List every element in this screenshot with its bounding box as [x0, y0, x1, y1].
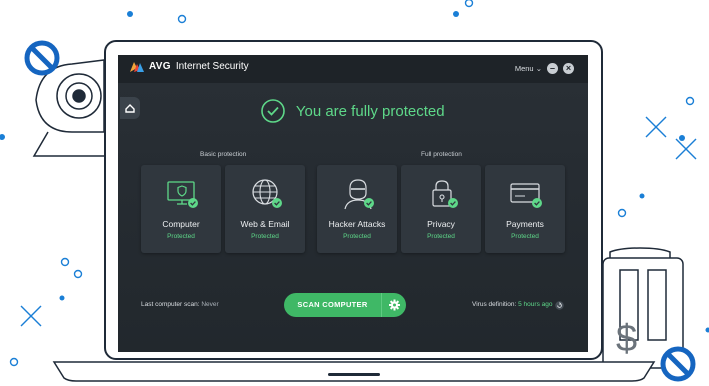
protection-status: You are fully protected [118, 99, 588, 123]
dollar-sign: $ [616, 318, 638, 360]
title-bar: AVG Internet Security Menu ⌄ – × [118, 55, 588, 83]
basic-protection-label: Basic protection [200, 151, 247, 158]
tile-name: Hacker Attacks [328, 219, 386, 229]
app-logo: AVG Internet Security [130, 61, 249, 72]
scan-button-label: SCAN COMPUTER [297, 300, 368, 309]
tile-payments[interactable]: Payments Protected [485, 165, 565, 253]
app-window: AVG Internet Security Menu ⌄ – × You are… [118, 55, 588, 352]
full-protection-label: Full protection [421, 151, 462, 158]
virus-definition-value: 5 hours ago [518, 301, 553, 308]
scan-settings-button[interactable] [381, 293, 407, 317]
tile-name: Computer [162, 219, 200, 229]
tile-status: Protected [251, 233, 279, 240]
tile-web-email[interactable]: Web & Email Protected [225, 165, 305, 253]
brand-name: AVG [149, 61, 171, 72]
credit-card-icon [510, 183, 542, 208]
tile-status: Protected [511, 233, 539, 240]
menu-label: Menu [514, 64, 534, 73]
last-scan-value: Never [201, 301, 219, 308]
tile-hacker-attacks[interactable]: Hacker Attacks Protected [317, 165, 397, 253]
tile-name: Privacy [427, 219, 455, 229]
last-scan-label: Last computer scan: [141, 301, 200, 308]
check-circle-icon [261, 99, 286, 123]
last-scan-info: Last computer scan: Never [141, 301, 219, 308]
hacker-icon [344, 179, 374, 210]
minimize-button[interactable]: – [547, 63, 558, 74]
monitor-shield-icon [167, 181, 198, 208]
tile-privacy[interactable]: Privacy Protected [401, 165, 481, 253]
blocked-icon [24, 40, 60, 76]
blocked-icon [660, 346, 696, 382]
menu-button[interactable]: Menu ⌄ [515, 64, 542, 73]
virus-definition-label: Virus definition: [472, 301, 517, 308]
chevron-down-icon: ⌄ [535, 64, 542, 73]
tile-name: Web & Email [240, 219, 290, 229]
status-headline: You are fully protected [295, 102, 445, 120]
gear-icon [389, 299, 400, 311]
refresh-icon[interactable] [555, 301, 564, 310]
close-button[interactable]: × [563, 63, 574, 74]
tile-status: Protected [167, 233, 195, 240]
lock-icon [432, 180, 458, 208]
tile-name: Payments [506, 219, 544, 229]
tile-computer[interactable]: Computer Protected [141, 165, 221, 253]
tile-status: Protected [427, 233, 455, 240]
avg-logo-icon [130, 61, 144, 72]
tile-status: Protected [343, 233, 371, 240]
scan-computer-button[interactable]: SCAN COMPUTER [284, 293, 406, 317]
globe-icon [252, 179, 282, 208]
virus-definition-info: Virus definition: 5 hours ago [472, 301, 552, 308]
product-name: Internet Security [175, 61, 249, 72]
laptop-base [52, 361, 656, 382]
